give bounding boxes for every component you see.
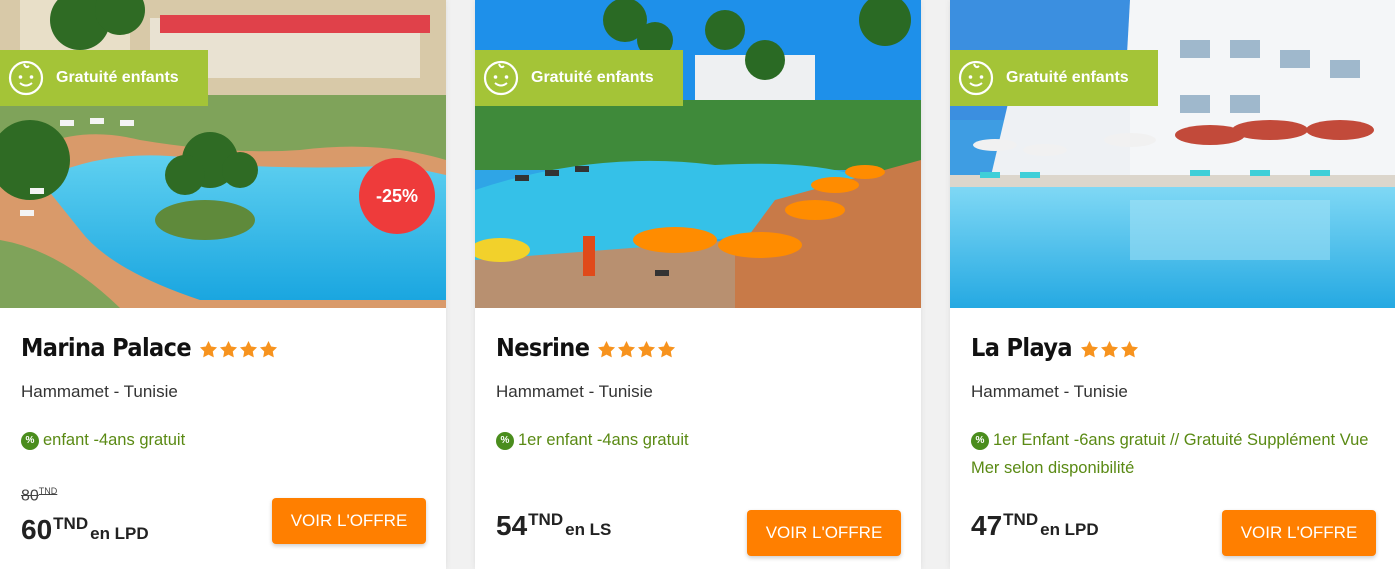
star-icon [239, 340, 258, 358]
promo-offer: % enfant -4ans gratuit [21, 426, 421, 454]
kids-free-badge: Gratuité enfants [475, 50, 683, 106]
hotel-location: Hammamet - Tunisie [496, 382, 653, 401]
hotel-location: Hammamet - Tunisie [971, 382, 1128, 401]
promo-offer: % 1er Enfant -6ans gratuit // Gratuité Su… [971, 426, 1371, 482]
star-icon [598, 340, 616, 358]
star-icon [1100, 340, 1119, 358]
hotel-photo[interactable] [0, 0, 446, 308]
board-type: en LPD [1040, 520, 1099, 539]
promo-offer: % 1er enfant -4ans gratuit [496, 426, 896, 454]
baby-icon [958, 60, 994, 96]
hotel-photo[interactable] [475, 0, 921, 308]
star-icon [219, 340, 238, 358]
view-offer-button[interactable]: VOIR L'OFFRE [1222, 510, 1376, 556]
hotel-name[interactable]: Nesrine [496, 333, 590, 362]
board-type: en LPD [90, 524, 149, 543]
baby-icon [483, 60, 519, 96]
star-rating [597, 340, 677, 359]
kids-free-label: Gratuité enfants [56, 69, 179, 86]
star-icon [658, 340, 676, 358]
price-currency: TND [528, 510, 564, 529]
price: 60 TND en LPD [21, 514, 149, 546]
view-offer-button[interactable]: VOIR L'OFFRE [747, 510, 901, 556]
old-price: 80TND [21, 486, 58, 505]
hotel-name[interactable]: Marina Palace [21, 333, 192, 362]
hotel-card-marina-palace[interactable]: Gratuité enfants -25% Marina Palace Hamm… [0, 0, 446, 569]
price-currency: TND [1003, 510, 1039, 529]
kids-free-label: Gratuité enfants [531, 69, 654, 86]
star-rating [1080, 340, 1140, 359]
kids-free-label: Gratuité enfants [1006, 69, 1129, 86]
view-offer-button[interactable]: VOIR L'OFFRE [272, 498, 426, 544]
star-icon [638, 340, 656, 358]
promo-text: enfant -4ans gratuit [43, 431, 186, 449]
kids-free-badge: Gratuité enfants [0, 50, 208, 106]
star-icon [1120, 340, 1139, 358]
price-value: 60 [21, 514, 53, 545]
board-type: en LS [565, 520, 612, 539]
promo-text: 1er enfant -4ans gratuit [518, 431, 689, 449]
hotel-card-nesrine[interactable]: Gratuité enfants Nesrine Hammamet - Tuni… [475, 0, 921, 569]
price-currency: TND [53, 514, 89, 533]
price-value: 47 [971, 510, 1003, 541]
star-icon [1080, 340, 1099, 358]
discount-badge: -25% [359, 158, 435, 234]
price-value: 54 [496, 510, 528, 541]
kids-free-badge: Gratuité enfants [950, 50, 1158, 106]
hotel-card-la-playa[interactable]: Gratuité enfants La Playa Hammamet - Tun… [950, 0, 1395, 569]
star-icon [259, 340, 278, 358]
price: 54 TND en LS [496, 510, 611, 542]
percent-icon: % [21, 432, 39, 450]
hotel-name[interactable]: La Playa [971, 333, 1073, 362]
percent-icon: % [971, 432, 989, 450]
star-rating [199, 340, 279, 359]
promo-text: 1er Enfant -6ans gratuit // Gratuité Sup… [971, 431, 1369, 477]
star-icon [199, 340, 218, 358]
hotel-photo[interactable] [950, 0, 1395, 308]
hotel-location: Hammamet - Tunisie [21, 382, 178, 401]
baby-icon [8, 60, 44, 96]
price: 47 TND en LPD [971, 510, 1099, 542]
percent-icon: % [496, 432, 514, 450]
star-icon [618, 340, 636, 358]
